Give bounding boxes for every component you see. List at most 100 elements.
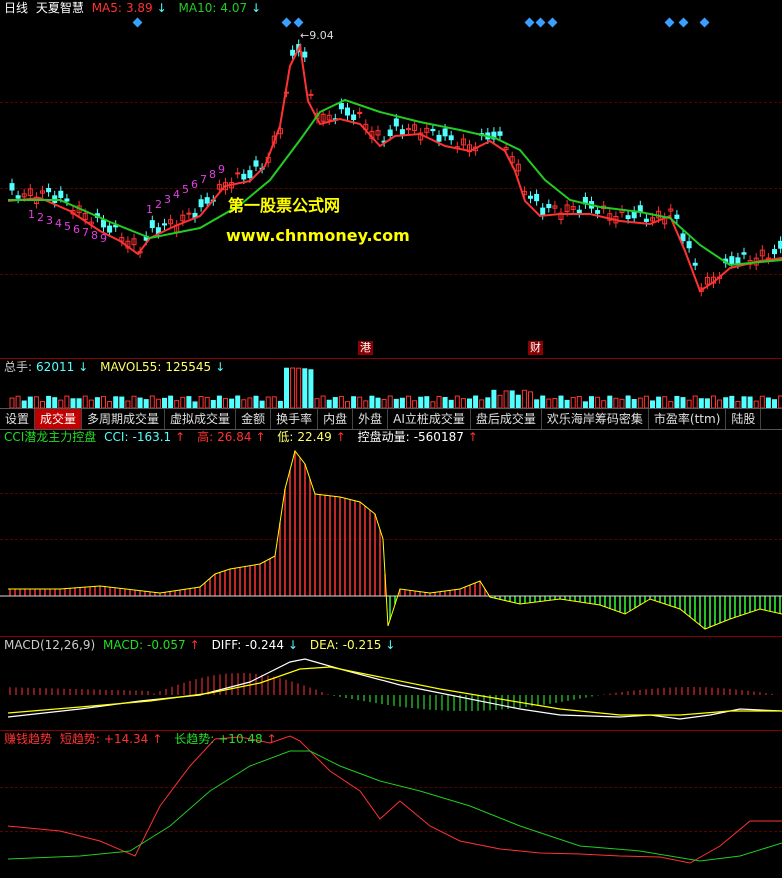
volume-bar [27, 396, 33, 408]
candle-body [692, 262, 698, 266]
volume-bar [607, 395, 613, 408]
tab-after-hours-volume[interactable]: 盘后成交量 [471, 409, 542, 429]
event-marker-finance[interactable]: 财 [528, 341, 543, 355]
tab-volume[interactable]: 成交量 [35, 409, 83, 429]
candle-body [9, 183, 15, 191]
candle-body [436, 134, 442, 142]
period-label[interactable]: 日线 [4, 1, 28, 15]
macd-value: -0.057 [146, 638, 186, 652]
cci-panel[interactable]: CCI潜龙主力控盘 CCI: -163.1 ↑ 高: 26.84 ↑ 低: 22.49 ↑ … [0, 429, 782, 636]
trend-title: 赚钱趋势 [4, 732, 53, 746]
volume-bar [131, 395, 137, 408]
candle-body [735, 257, 741, 265]
volume-bar [576, 396, 582, 408]
tab-amount[interactable]: 金额 [236, 409, 272, 429]
volume-bar [149, 395, 155, 408]
candle-body [58, 190, 64, 198]
volume-bar [448, 399, 454, 408]
candle-body [253, 160, 259, 167]
td-count-label: 7 [200, 173, 207, 186]
candle-body [101, 219, 106, 228]
volume-bar [174, 400, 180, 408]
volume-bar [564, 399, 570, 408]
volume-bar [497, 394, 503, 408]
short-trend-line [7, 735, 782, 864]
trend-header: 赚钱趋势 短趋势: +14.34 ↑ 长趋势: +10.48 ↑ [4, 732, 277, 746]
volume-bar [772, 399, 777, 408]
volume-bar [406, 395, 411, 408]
candle-body [107, 225, 113, 233]
ma10-arrow: ↓ [251, 1, 262, 15]
tab-multi-period-volume[interactable]: 多周期成交量 [82, 409, 166, 429]
volume-bar [235, 395, 241, 408]
kline-chart[interactable]: 1 2 3 4 5 6 7 8 91 2 3 4 5 6 7 8 9 [0, 0, 782, 358]
volume-bar [82, 395, 88, 408]
cci-low-value: 22.49 [297, 430, 332, 444]
candle-body [534, 193, 540, 202]
diff-line [7, 658, 782, 720]
candle-body [741, 252, 747, 255]
volume-bar [503, 390, 509, 408]
volume-bar [387, 395, 393, 408]
tab-inner-volume[interactable]: 内盘 [318, 409, 354, 429]
volume-bar [631, 399, 637, 408]
volume-bar [753, 400, 759, 408]
candle-body [540, 207, 546, 216]
candle-body [247, 170, 253, 179]
tab-hk-connect[interactable]: 陆股 [726, 409, 762, 429]
volume-panel[interactable]: 总手: 62011 ↓ MAVOL55: 125545 ↓ [0, 359, 782, 408]
tab-outer-volume[interactable]: 外盘 [353, 409, 389, 429]
volume-bar [58, 399, 64, 408]
tab-pe-ttm[interactable]: 市盈率(ttm) [649, 409, 727, 429]
volume-bar [399, 397, 405, 408]
td-count-label: 5 [182, 183, 189, 196]
td-count-label: 4 [173, 188, 180, 201]
volume-bar [277, 400, 283, 408]
cci-chart[interactable] [0, 429, 782, 636]
volume-bar [363, 400, 369, 408]
volume-bar [393, 398, 399, 408]
tab-settings[interactable]: 设置 [0, 409, 36, 429]
macd-panel[interactable]: MACD(12,26,9) MACD: -0.057 ↑ DIFF: -0.244 ↓ … [0, 637, 782, 730]
volume-bar [424, 396, 430, 408]
diff-value: -0.244 [245, 638, 284, 652]
kline-panel[interactable]: 123456789123456789 日线 天夏智慧 MA5: 3.89 ↓ MA1… [0, 0, 782, 358]
candle-body [149, 220, 155, 229]
candle-body [338, 103, 344, 110]
volume-bar [619, 398, 625, 408]
volume-bar [698, 398, 704, 408]
volume-bar [314, 398, 320, 408]
candle-body [528, 195, 533, 199]
volume-bar [21, 400, 27, 408]
candle-body [680, 233, 686, 242]
candle-body [686, 241, 692, 249]
volume-bar [168, 395, 174, 408]
tab-ai-volume[interactable]: AI立桩成交量 [388, 409, 471, 429]
ma5-line [7, 42, 782, 293]
candle-body [241, 173, 247, 180]
tab-turnover[interactable]: 换手率 [271, 409, 319, 429]
volume-bar [680, 397, 686, 408]
volume-bar [308, 369, 314, 408]
volume-bar [467, 398, 472, 408]
volume-bar [650, 400, 655, 408]
volume-bar [369, 395, 375, 408]
cci-title: CCI潜龙主力控盘 [4, 430, 97, 444]
volume-bar [711, 395, 716, 408]
trend-panel[interactable]: 赚钱趋势 短趋势: +14.34 ↑ 长趋势: +10.48 ↑ [0, 731, 782, 878]
volume-label: 总手: [4, 360, 33, 374]
candle-body [162, 223, 167, 226]
event-marker-hk[interactable]: 港 [358, 341, 373, 355]
tab-chip-distribution[interactable]: 欢乐海岸筹码密集 [542, 409, 649, 429]
tab-virtual-volume[interactable]: 虚拟成交量 [165, 409, 237, 429]
volume-bar [442, 397, 448, 408]
td-count-label: 8 [91, 229, 98, 242]
long-trend-value: +10.48 [218, 732, 263, 746]
volume-bar [204, 396, 210, 408]
volume-bar [704, 398, 710, 408]
candle-body [387, 129, 393, 137]
volume-bar [357, 396, 363, 408]
volume-bar [46, 395, 52, 408]
candle-body [351, 114, 357, 121]
trend-chart[interactable] [0, 731, 782, 878]
